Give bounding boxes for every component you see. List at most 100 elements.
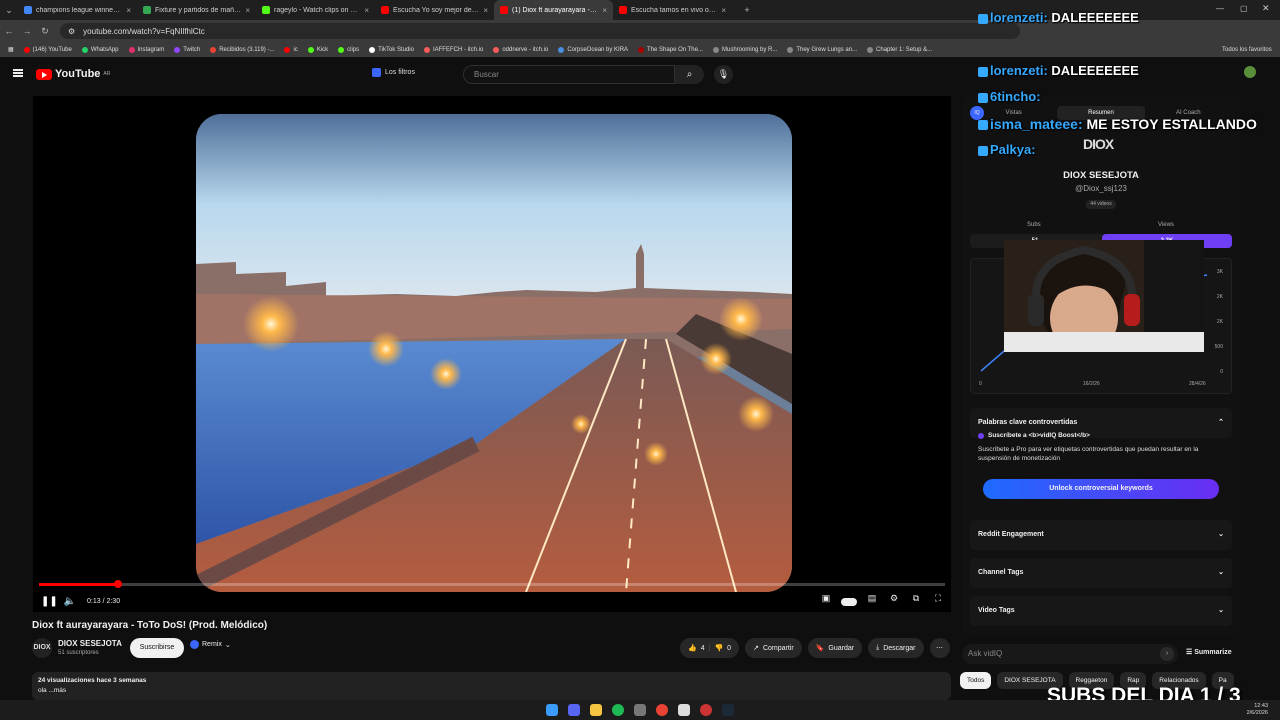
save-button[interactable]: 🔖 Guardar: [807, 638, 863, 658]
progress-scrubber[interactable]: [113, 580, 122, 588]
subtitles-icon[interactable]: ▤: [865, 593, 879, 607]
minimize-icon[interactable]: —: [1216, 4, 1224, 13]
back-icon[interactable]: ←: [0, 26, 18, 36]
apps-icon[interactable]: ▦: [8, 46, 14, 53]
bookmark-item[interactable]: oddnerve - itch.io: [493, 46, 549, 53]
subs-label: Subs: [1027, 222, 1041, 228]
browser-tab[interactable]: Escucha tamos en vivo o no? d ×: [613, 0, 732, 20]
more-actions-button[interactable]: ⋯: [929, 638, 950, 658]
share-button[interactable]: ↗ Compartir: [745, 638, 802, 658]
miniplayer-icon[interactable]: ⧉: [909, 593, 923, 607]
vidiq-player-icon[interactable]: ▣: [819, 593, 833, 607]
tab-title: champions league winners - B: [36, 6, 123, 14]
video-player[interactable]: ❚❚ 🔈 0:13 / 2:30 ▣ ▤ ⚙ ⧉ ⛶: [33, 96, 951, 612]
filters-label: Los filtros: [385, 69, 415, 76]
download-button[interactable]: ⤓ Descargar: [868, 638, 924, 658]
obs-icon[interactable]: [700, 704, 712, 716]
bookmark-item[interactable]: IAFFEFCH - itch.io: [423, 46, 483, 53]
chat-message: Palkya:: [978, 142, 1036, 157]
tab-close-icon[interactable]: ×: [126, 6, 131, 15]
bookmark-item[interactable]: Chapter 1: Setup &...: [867, 46, 932, 53]
capcut-icon[interactable]: [678, 704, 690, 716]
ask-vidiq-input[interactable]: Ask vidIQ ›: [962, 644, 1178, 664]
browser-tab[interactable]: rageylo - Watch clips on Kick ×: [256, 0, 375, 20]
autoplay-toggle[interactable]: [841, 597, 857, 606]
voice-search-icon[interactable]: 🎙: [714, 65, 733, 84]
bookmark-label: TikTok Studio: [378, 46, 414, 53]
channel-avatar[interactable]: DIOX: [32, 638, 52, 658]
bookmark-item[interactable]: CorpseOcean by KIRA: [558, 46, 628, 53]
tab-search-icon[interactable]: ⌄: [0, 5, 18, 16]
subscribe-button[interactable]: Suscribirse: [130, 638, 184, 658]
chrome-icon[interactable]: [656, 704, 668, 716]
youtube-logo[interactable]: YouTube AR: [36, 68, 110, 80]
chat-badge-icon: [978, 120, 988, 131]
bookmark-item[interactable]: TikTok Studio: [369, 46, 414, 53]
video-tags-section[interactable]: Video Tags ⌄: [970, 596, 1232, 626]
site-info-icon[interactable]: ⚙: [68, 27, 75, 36]
bookmark-item[interactable]: Instagram: [128, 46, 164, 53]
download-label: Descargar: [883, 644, 916, 652]
settings-icon[interactable]: ⚙: [887, 593, 901, 607]
bookmark-item[interactable]: (146) YouTube: [23, 46, 72, 53]
search-button[interactable]: ⌕: [675, 65, 704, 84]
bookmark-item[interactable]: Twitch: [174, 46, 200, 53]
tab-close-icon[interactable]: ×: [602, 6, 607, 15]
pause-icon[interactable]: ❚❚: [41, 596, 58, 607]
unlock-keywords-button[interactable]: Unlock controversial keywords: [983, 479, 1219, 499]
progress-bar[interactable]: [39, 580, 945, 588]
new-tab-button[interactable]: +: [738, 5, 756, 15]
discord-icon[interactable]: [568, 704, 580, 716]
close-window-icon[interactable]: ✕: [1262, 3, 1270, 14]
channel-name[interactable]: DIOX SESEJOTA: [58, 639, 122, 648]
browser-tab[interactable]: (1) Diox ft aurayarayara - To ×: [494, 0, 613, 20]
bookmark-label: oddnerve - itch.io: [502, 46, 549, 53]
bookmark-item[interactable]: Kick: [307, 46, 328, 53]
browser-tab[interactable]: champions league winners - B ×: [18, 0, 137, 20]
browser-tab[interactable]: Fixture y partidos de mañana e ×: [137, 0, 256, 20]
system-clock[interactable]: 12:43 2/6/2026: [1247, 703, 1268, 717]
spotify-icon[interactable]: [612, 704, 624, 716]
explorer-icon[interactable]: [590, 704, 602, 716]
bookmark-item[interactable]: clips: [338, 46, 359, 53]
tab-close-icon[interactable]: ×: [721, 6, 726, 15]
bookmark-label: They Grew Lungs an...: [796, 46, 858, 53]
browser-tab[interactable]: Escucha Yo soy mejor de Eliasd ×: [375, 0, 494, 20]
address-bar[interactable]: ⚙ youtube.com/watch?v=FqNIlfhlCtc: [60, 23, 1020, 39]
bookmark-item[interactable]: ic: [284, 46, 298, 53]
tab-close-icon[interactable]: ×: [483, 6, 488, 15]
menu-icon[interactable]: [13, 69, 23, 77]
video-frame[interactable]: [196, 114, 792, 592]
forward-icon[interactable]: →: [18, 26, 36, 36]
folder-icon[interactable]: [634, 704, 646, 716]
channel-tags-section[interactable]: Channel Tags ⌄: [970, 558, 1232, 588]
reddit-section[interactable]: Reddit Engagement ⌄: [970, 520, 1232, 550]
search-input[interactable]: Buscar: [463, 65, 675, 84]
filter-chip[interactable]: Todos: [960, 672, 992, 689]
reload-icon[interactable]: ↻: [36, 26, 54, 37]
channel-subscribers: 51 suscriptores: [58, 650, 99, 656]
tab-close-icon[interactable]: ×: [364, 6, 369, 15]
fullscreen-icon[interactable]: ⛶: [931, 593, 945, 607]
volume-icon[interactable]: 🔈: [63, 596, 77, 607]
tab-list: champions league winners - B × Fixture y…: [18, 0, 732, 20]
profile-avatar[interactable]: [1244, 66, 1256, 78]
bookmark-item[interactable]: They Grew Lungs an...: [787, 46, 858, 53]
start-icon[interactable]: [546, 704, 558, 716]
bookmark-item[interactable]: The Shape On The...: [638, 46, 703, 53]
steam-icon[interactable]: [722, 704, 734, 716]
summarize-button[interactable]: ☰ Summarize: [1186, 648, 1232, 656]
bookmark-item[interactable]: Mushrooming by R...: [712, 46, 777, 53]
maximize-icon[interactable]: ▢: [1240, 4, 1248, 13]
filters-button[interactable]: Los filtros: [372, 68, 415, 77]
tab-close-icon[interactable]: ×: [245, 6, 250, 15]
all-favorites[interactable]: Todos los favoritos: [1222, 47, 1272, 53]
send-icon[interactable]: ›: [1160, 647, 1174, 661]
bookmark-item[interactable]: WhatsApp: [81, 46, 119, 53]
tab-title: rageylo - Watch clips on Kick: [274, 6, 361, 14]
thumbs-down-icon[interactable]: 👎: [714, 644, 723, 652]
remix-button[interactable]: Remix ⌄: [190, 640, 231, 649]
bookmark-item[interactable]: Recibidos (3.119) -...: [210, 46, 274, 53]
description-box[interactable]: 24 visualizaciones hace 3 semanas ola ..…: [32, 672, 951, 700]
like-button[interactable]: 👍 4 | 👎 0: [680, 638, 740, 658]
